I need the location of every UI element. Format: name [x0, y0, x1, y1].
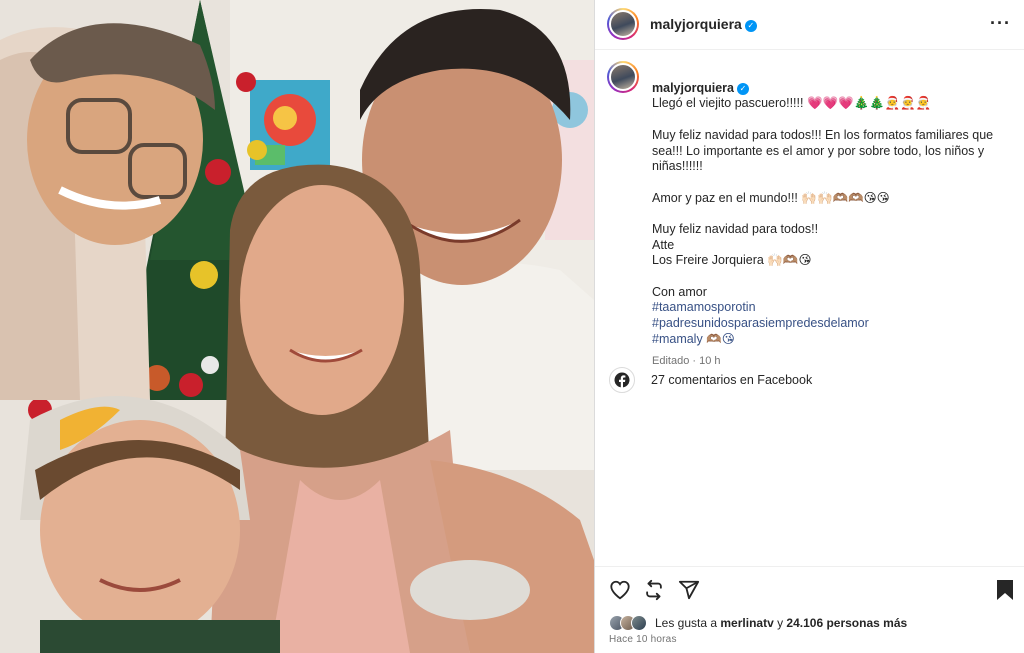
hashtag-link[interactable]: #taamamosporotin — [652, 300, 1000, 316]
caption-paragraph: Amor y paz en el mundo!!! 🙌🏻🙌🏻🫶🏽🫶🏽😘😘 — [652, 190, 890, 205]
facebook-comments-text: 27 comentarios en Facebook — [651, 373, 813, 387]
bookmark-icon[interactable] — [996, 579, 1014, 606]
caption-username[interactable]: malyjorquiera — [652, 81, 734, 95]
post-photo[interactable] — [0, 0, 594, 653]
hashtag-link[interactable]: #padresunidosparasiempredesdelamor — [652, 316, 1000, 332]
heart-icon[interactable] — [609, 579, 631, 606]
verified-badge-icon: ✓ — [744, 20, 757, 32]
caption-closing: Con amor — [652, 284, 707, 299]
caption-author-avatar[interactable] — [607, 61, 639, 93]
liker-username[interactable]: merlinatv — [720, 616, 773, 630]
hashtag-link[interactable]: #mamaly 🫶🏽😘 — [652, 332, 1000, 348]
action-bar: Les gusta a merlinatv y 24.106 personas … — [595, 566, 1024, 653]
caption-section: malyjorquiera ✓ Llegó el viejito pascuero… — [595, 52, 1024, 512]
more-dots-icon[interactable]: ··· — [990, 14, 1011, 32]
verified-badge-icon: ✓ — [736, 82, 749, 95]
post-header: malyjorquiera ✓ ··· — [595, 0, 1024, 50]
likes-text: Les gusta a merlinatv y 24.106 personas … — [655, 616, 908, 630]
caption-paragraph: Muy feliz navidad para todos!!! En los f… — [652, 127, 994, 174]
family-photo-illustration — [0, 0, 594, 653]
repost-icon[interactable] — [643, 579, 665, 606]
caption-paragraph: Atte — [652, 237, 675, 252]
caption-first-line: Llegó el viejito pascuero!!!!! 💗💗💗🎄🎄🧑‍🎄🧑… — [652, 96, 932, 111]
facebook-icon — [609, 367, 635, 393]
caption-text: malyjorquiera ✓ Llegó el viejito pascuero… — [652, 65, 1000, 369]
likes-count[interactable]: 24.106 personas más — [786, 616, 907, 630]
caption-meta: Editado · 10 h — [652, 354, 721, 367]
author-avatar[interactable] — [607, 8, 639, 40]
share-icon[interactable] — [678, 579, 700, 606]
liker-avatar — [631, 615, 647, 631]
post-side-panel: malyjorquiera ✓ ··· malyjorquiera ✓ Llegó … — [594, 0, 1024, 653]
post-timestamp[interactable]: Hace 10 horas — [609, 634, 677, 645]
caption-paragraph: Los Freire Jorquiera 🙌🏻🫶🏽😘 — [652, 253, 812, 268]
caption-paragraph: Muy feliz navidad para todos!! — [652, 221, 819, 236]
author-username[interactable]: malyjorquiera ✓ — [650, 16, 757, 32]
